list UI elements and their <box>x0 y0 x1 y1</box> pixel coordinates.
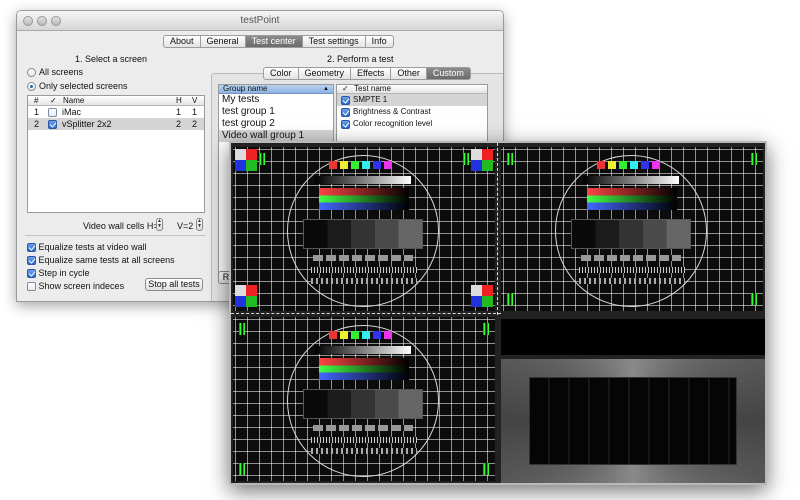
row-h: 2 <box>176 119 182 129</box>
list-item[interactable]: Brightness & Contrast <box>337 106 487 118</box>
col-check-header[interactable]: ✓ <box>50 96 57 105</box>
list-item[interactable]: SMPTE 1 <box>337 94 487 106</box>
cell-divider-vertical <box>497 143 499 315</box>
tab-effects[interactable]: Effects <box>351 67 392 80</box>
row-name: iMac <box>62 107 82 117</box>
row-number: 1 <box>34 107 40 117</box>
perform-test-title: 2. Perform a test <box>327 54 394 64</box>
equalize-all-screens-checkbox[interactable] <box>27 256 36 266</box>
equalize-video-wall-label: Equalize tests at video wall <box>38 242 147 252</box>
option-equalize-all-screens[interactable]: Equalize same tests at all screens <box>27 255 175 266</box>
select-screen-title: 1. Select a screen <box>75 54 148 64</box>
h-cells-stepper[interactable]: ▲ ▼ <box>156 218 163 231</box>
tab-color[interactable]: Color <box>263 67 299 80</box>
video-wall-cells-label: Video wall cells H=2 <box>83 221 164 231</box>
screens-table-header: # ✓ Name H V <box>28 96 204 106</box>
window-title: testPoint <box>240 15 280 26</box>
test-pattern-preview <box>229 141 767 485</box>
row-checkbox[interactable] <box>48 108 57 117</box>
all-screens-radio[interactable] <box>27 68 36 77</box>
test-list-header: ✓ Test name <box>337 85 487 94</box>
pattern-panel-top-right <box>501 147 763 311</box>
tab-about[interactable]: About <box>163 35 201 48</box>
col-v-header[interactable]: V <box>192 96 197 105</box>
row-name: vSplitter 2x2 <box>62 119 112 129</box>
tab-geometry[interactable]: Geometry <box>298 67 352 80</box>
row-checkbox[interactable] <box>48 120 57 129</box>
tab-info[interactable]: Info <box>365 35 394 48</box>
section-divider <box>25 235 205 236</box>
top-tab-bar: About General Test center Test settings … <box>163 35 394 48</box>
step-in-cycle-label: Step in cycle <box>38 268 90 278</box>
option-equalize-video-wall[interactable]: Equalize tests at video wall <box>27 242 147 253</box>
list-item[interactable]: My tests <box>219 94 333 106</box>
v-cells-stepper[interactable]: ▲ ▼ <box>196 218 203 231</box>
step-in-cycle-checkbox[interactable] <box>27 269 36 279</box>
brightness-contrast-pattern <box>501 359 765 483</box>
row-v: 1 <box>192 107 198 117</box>
show-screen-indeces-checkbox[interactable] <box>27 282 36 292</box>
row-h: 1 <box>176 107 182 117</box>
test-name: Color recognition level <box>353 119 433 128</box>
equalize-all-screens-label: Equalize same tests at all screens <box>38 255 175 265</box>
tab-test-settings[interactable]: Test settings <box>302 35 366 48</box>
test-name: Brightness & Contrast <box>353 107 431 116</box>
pattern-panel-bottom-left <box>233 317 495 481</box>
title-bar: testPoint <box>17 11 503 31</box>
option-show-screen-indeces[interactable]: Show screen indeces <box>27 281 125 292</box>
tab-test-center[interactable]: Test center <box>245 35 303 48</box>
screens-table: # ✓ Name H V 1 iMac 1 1 2 vSplitter 2x2 … <box>27 95 205 213</box>
group-name-header-label: Group name <box>223 84 268 93</box>
sort-ascending-icon: ▲ <box>323 86 329 92</box>
test-check-header[interactable]: ✓ <box>342 85 349 93</box>
list-item[interactable]: Color recognition level <box>337 118 487 130</box>
tab-general[interactable]: General <box>200 35 246 48</box>
tab-other[interactable]: Other <box>391 67 427 80</box>
test-category-tab-bar: Color Geometry Effects Other Custom <box>263 67 471 80</box>
equalize-video-wall-checkbox[interactable] <box>27 243 36 253</box>
test-name: SMPTE 1 <box>353 95 388 104</box>
table-row[interactable]: 1 iMac 1 1 <box>28 106 204 118</box>
test-checkbox[interactable] <box>341 108 350 117</box>
table-row[interactable]: 2 vSplitter 2x2 2 2 <box>28 118 204 130</box>
black-level-bar <box>501 319 765 355</box>
pattern-panel-top-left <box>233 147 495 311</box>
cell-divider-horizontal <box>231 313 501 315</box>
all-screens-label: All screens <box>39 67 84 77</box>
only-selected-screens-radio[interactable] <box>27 82 36 91</box>
col-h-header[interactable]: H <box>176 96 182 105</box>
group-list-header[interactable]: Group name ▲ <box>219 85 333 94</box>
test-checkbox[interactable] <box>341 96 350 105</box>
test-name-header[interactable]: Test name <box>354 85 391 93</box>
col-number-header[interactable]: # <box>34 96 38 105</box>
show-screen-indeces-label: Show screen indeces <box>38 281 125 291</box>
test-checkbox[interactable] <box>341 120 350 129</box>
only-selected-screens-label: Only selected screens <box>39 81 128 91</box>
option-step-in-cycle[interactable]: Step in cycle <box>27 268 90 279</box>
col-name-header[interactable]: Name <box>63 96 84 105</box>
list-item[interactable]: test group 2 <box>219 118 333 130</box>
row-number: 2 <box>34 119 40 129</box>
row-v: 2 <box>192 119 198 129</box>
stop-all-tests-button[interactable]: Stop all tests <box>145 278 203 291</box>
list-item[interactable]: test group 1 <box>219 106 333 118</box>
tab-custom[interactable]: Custom <box>426 67 471 80</box>
v-cells-label: V=2 <box>177 221 194 231</box>
